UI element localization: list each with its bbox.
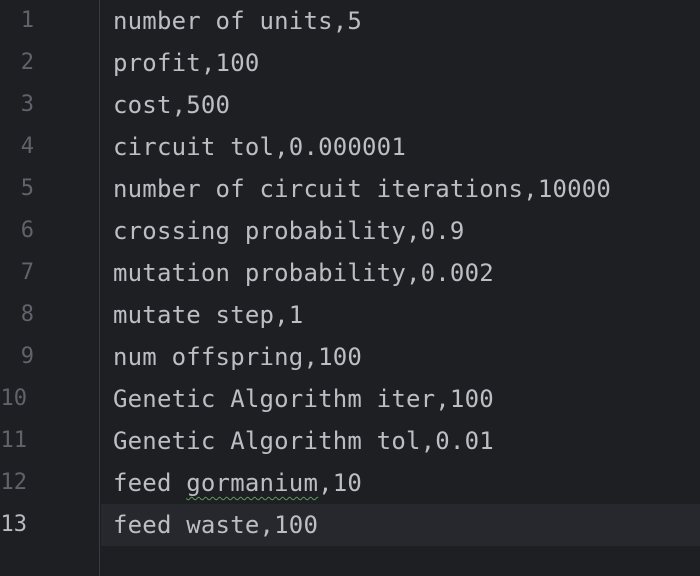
line-number: 12 — [0, 470, 28, 495]
code-line[interactable]: cost,500 — [101, 84, 700, 126]
line-number: 9 — [20, 344, 34, 369]
code-line[interactable]: number of circuit iterations,10000 — [101, 168, 700, 210]
code-line[interactable]: profit,100 — [101, 42, 700, 84]
code-line[interactable]: Genetic Algorithm iter,100 — [101, 378, 700, 420]
code-line[interactable]: mutate step,1 — [101, 294, 700, 336]
line-number: 8 — [20, 302, 34, 327]
line-number: 5 — [20, 176, 34, 201]
code-text: ,10 — [318, 469, 363, 497]
code-line[interactable]: Genetic Algorithm tol,0.01 — [101, 420, 700, 462]
code-text: feed — [113, 469, 187, 497]
line-number: 4 — [20, 134, 34, 159]
code-content[interactable]: number of units,5 profit,100 cost,500 ci… — [101, 0, 700, 576]
code-line[interactable]: num offspring,100 — [101, 336, 700, 378]
line-number: 10 — [0, 386, 28, 411]
line-number: 1 — [20, 8, 34, 33]
line-number-gutter: 1 2 3 4 5 6 7 8 9 10 11 12 13 — [0, 0, 100, 576]
line-number: 7 — [20, 260, 34, 285]
code-line-current[interactable]: feed waste,100 — [101, 504, 700, 546]
code-line[interactable]: mutation probability,0.002 — [101, 252, 700, 294]
code-editor[interactable]: 1 2 3 4 5 6 7 8 9 10 11 12 13 number of … — [0, 0, 700, 576]
line-number: 3 — [20, 92, 34, 117]
code-line[interactable]: feed gormanium,10 — [101, 462, 700, 504]
code-line[interactable]: crossing probability,0.9 — [101, 210, 700, 252]
code-line[interactable]: circuit tol,0.000001 — [101, 126, 700, 168]
code-line[interactable]: number of units,5 — [101, 0, 700, 42]
spelling-warning-word[interactable]: gormanium — [186, 469, 318, 497]
line-number: 11 — [0, 428, 28, 453]
line-number: 6 — [20, 218, 34, 243]
line-number: 2 — [20, 50, 34, 75]
line-number-current: 13 — [0, 512, 28, 537]
